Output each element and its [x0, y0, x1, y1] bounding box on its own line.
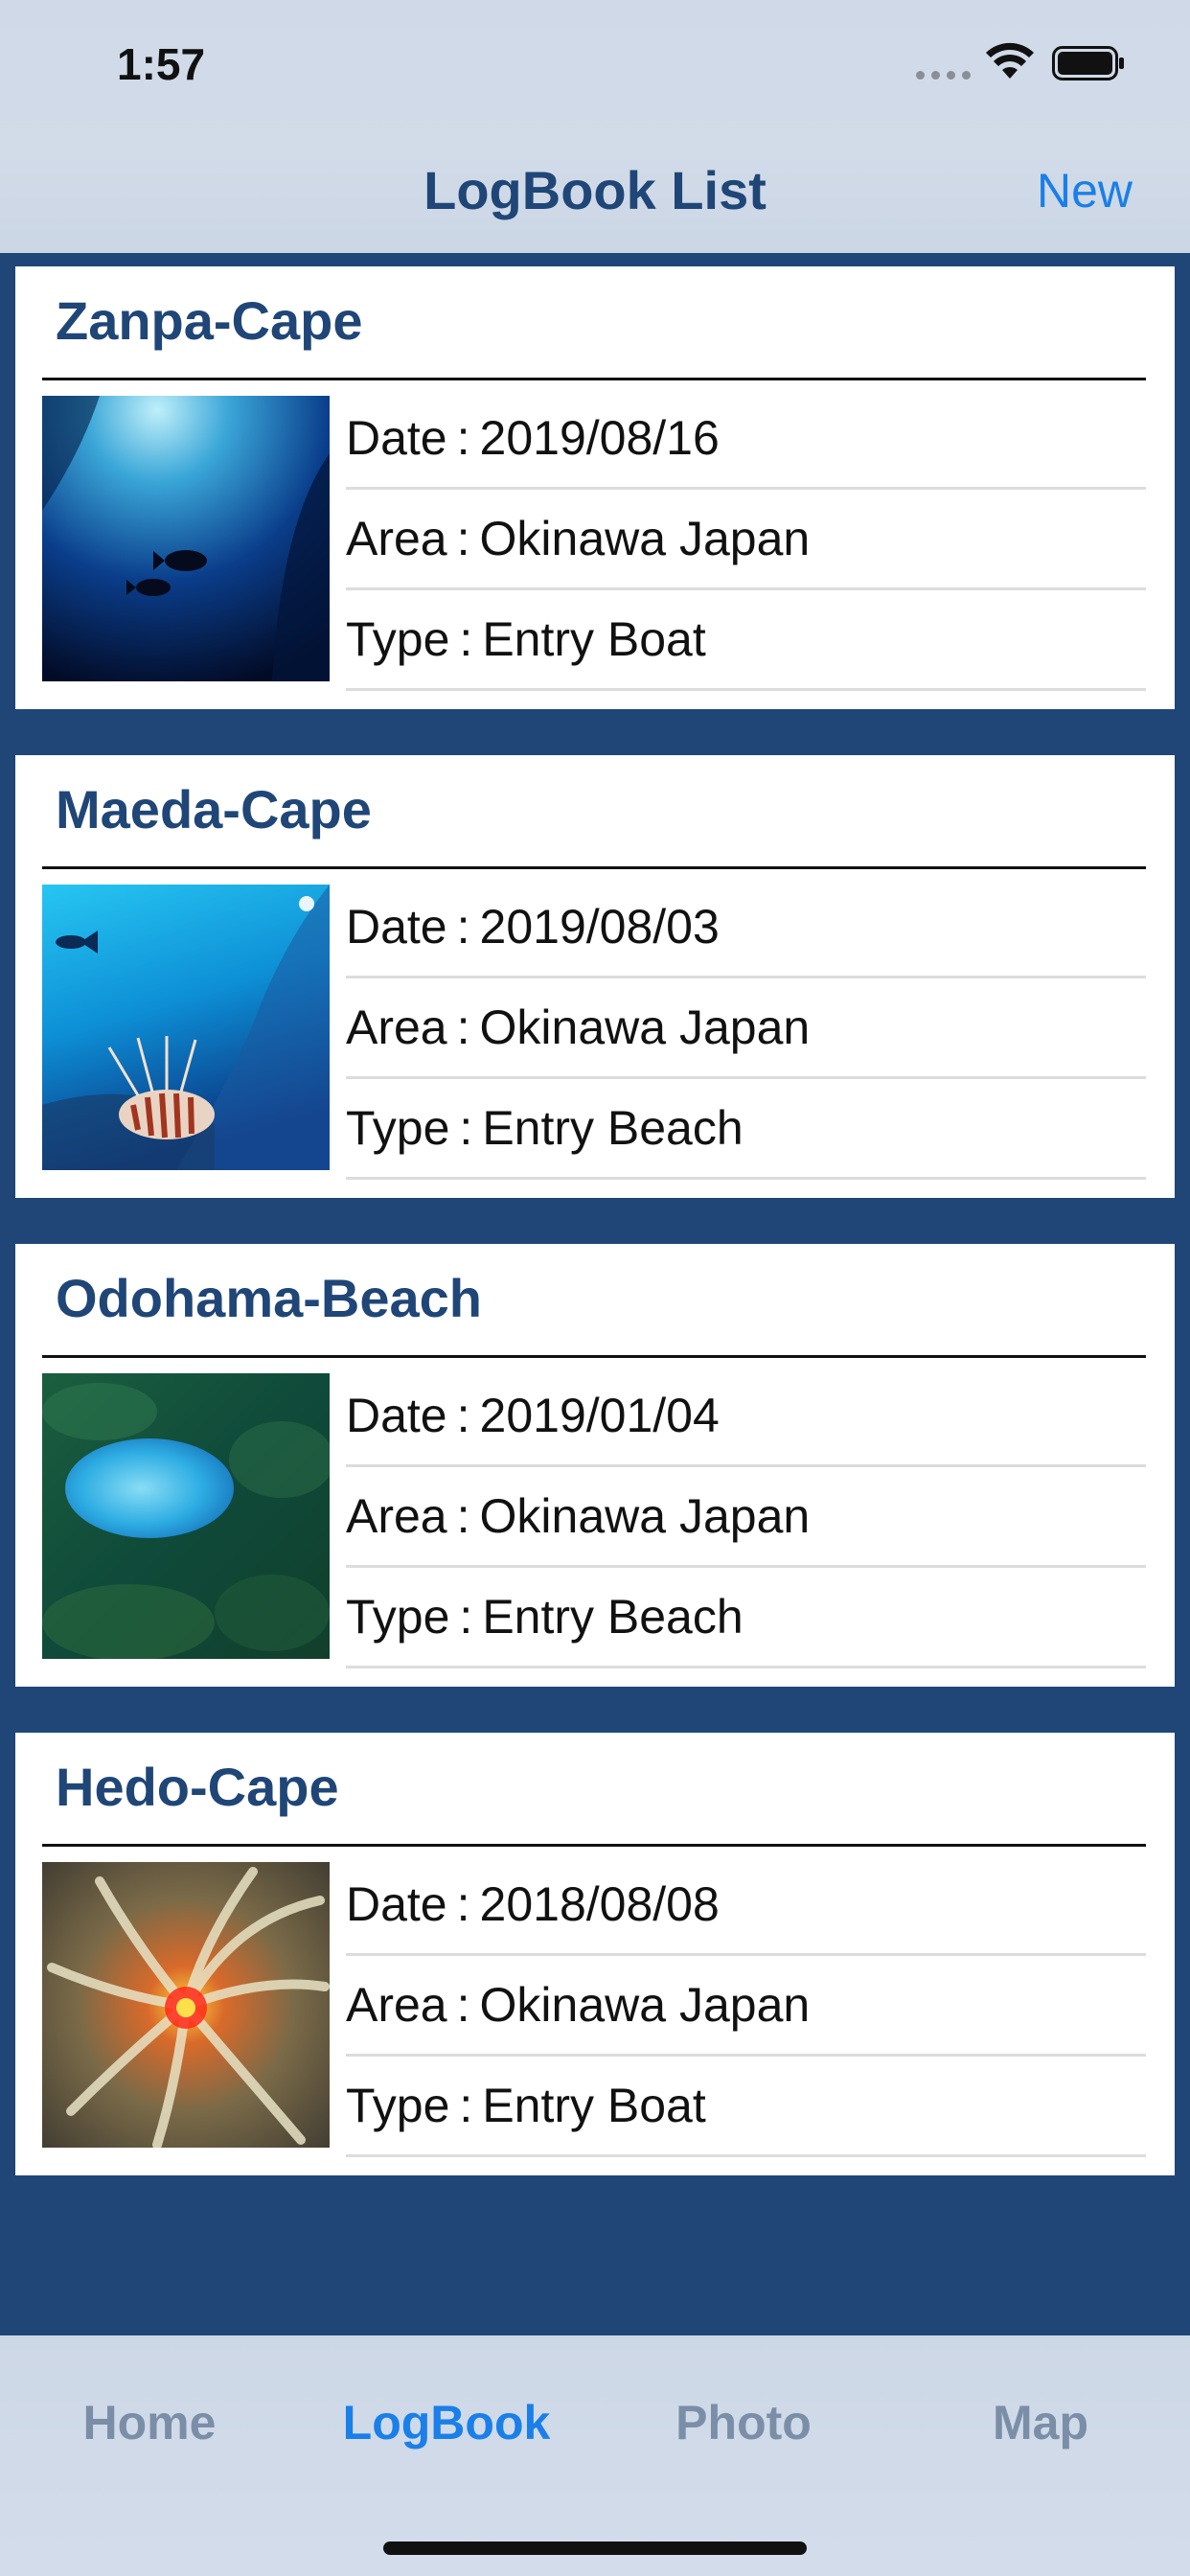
type-label: Type [346, 1101, 450, 1155]
date-row: Date:2018/08/08 [346, 1855, 1146, 1956]
new-log-button[interactable]: New [1037, 163, 1133, 218]
tab-photo[interactable]: Photo [595, 2395, 892, 2450]
log-card[interactable]: Zanpa-Cape Date: 2019/08/16 Area: Okin… [15, 266, 1175, 709]
fish-silhouettes-photo [42, 396, 330, 681]
home-indicator[interactable] [383, 2542, 807, 2555]
area-value: Okinawa Japan [479, 1000, 811, 1054]
type-label: Type [346, 2079, 450, 2132]
area-label: Area [346, 1978, 447, 2032]
type-value: Entry Beach [482, 1101, 744, 1155]
log-title: Maeda-Cape [56, 779, 372, 840]
type-row: Type: Entry Beach [346, 1568, 1146, 1668]
tab-home[interactable]: Home [1, 2395, 298, 2450]
date-label: Date [346, 411, 447, 465]
log-card[interactable]: Odohama-Beach Date: 2019/01/04 Area: O… [15, 1244, 1175, 1687]
date-label: Date [346, 1877, 447, 1931]
top-bar: 1:57 LogBook List New [0, 0, 1190, 253]
area-value: Okinawa Japan [479, 1978, 811, 2032]
date-label: Date [346, 1389, 447, 1442]
type-value: Entry Boat [482, 612, 706, 666]
type-value: Entry Boat [482, 2079, 706, 2132]
type-row: Type: Entry Beach [346, 1079, 1146, 1180]
anemone-photo [42, 1862, 330, 2148]
area-row: Area: Okinawa Japan [346, 1956, 1146, 2057]
date-value: 2018/08/08 [479, 1877, 720, 1931]
title-divider [42, 1355, 1146, 1358]
date-row: Date:2019/08/03 [346, 878, 1146, 978]
area-row: Area: Okinawa Japan [346, 490, 1146, 590]
area-label: Area [346, 512, 447, 565]
cellular-signal-icon [916, 71, 971, 80]
type-value: Entry Beach [482, 1590, 744, 1644]
log-title: Zanpa-Cape [56, 290, 363, 351]
type-row: Type: Entry Boat [346, 2057, 1146, 2157]
date-value: 2019/01/04 [479, 1389, 720, 1442]
log-card[interactable]: Maeda-Cape Date: 2019/08/03 Area: Okin… [15, 755, 1175, 1198]
page-title: LogBook List [423, 160, 767, 220]
log-title: Odohama-Beach [56, 1268, 482, 1328]
area-row: Area: Okinawa Japan [346, 1467, 1146, 1568]
area-label: Area [346, 1489, 447, 1543]
date-value: 2019/08/16 [479, 411, 720, 465]
area-value: Okinawa Japan [479, 1489, 811, 1543]
date-label: Date [346, 900, 447, 954]
battery-icon [1052, 46, 1124, 80]
type-row: Type: Entry Boat [346, 590, 1146, 691]
date-value: 2019/08/03 [479, 900, 720, 954]
title-divider [42, 1844, 1146, 1847]
type-label: Type [346, 612, 450, 666]
lionfish-photo [42, 885, 330, 1170]
title-divider [42, 866, 1146, 869]
jellyfish-photo [42, 1373, 330, 1659]
wifi-icon [986, 42, 1034, 79]
title-divider [42, 378, 1146, 380]
log-card[interactable]: Hedo-Cape Date: 2018/08/08 Area: Okina… [15, 1733, 1175, 2175]
tab-logbook[interactable]: LogBook [298, 2395, 595, 2450]
date-row: Date:2019/08/16 [346, 389, 1146, 490]
tab-bar: Home LogBook Photo Map [0, 2335, 1190, 2576]
status-time: 1:57 [117, 39, 206, 89]
area-label: Area [346, 1000, 447, 1054]
tab-map[interactable]: Map [892, 2395, 1189, 2450]
type-label: Type [346, 1590, 450, 1644]
area-value: Okinawa Japan [479, 512, 811, 565]
log-title: Hedo-Cape [56, 1757, 339, 1817]
date-row: Date:2019/01/04 [346, 1367, 1146, 1467]
area-row: Area: Okinawa Japan [346, 978, 1146, 1079]
